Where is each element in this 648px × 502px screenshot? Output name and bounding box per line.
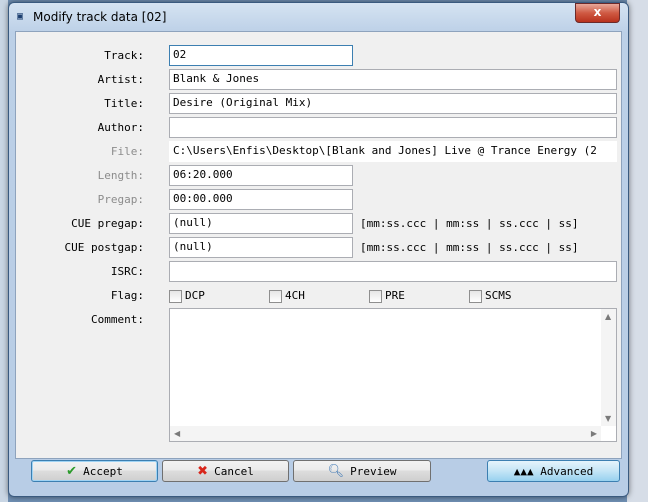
flag-label: Flag: [110,289,144,302]
pre-checkbox[interactable] [369,290,382,303]
app-icon: ▣ [17,11,24,22]
author-label: Author: [97,121,144,134]
accept-button[interactable]: ✔ Accept [31,460,158,482]
4ch-checkbox-label: 4CH [285,289,305,302]
pre-checkbox-label: PRE [385,289,405,302]
comment-horizontal-scrollbar[interactable]: ◀ ▶ [170,426,601,441]
length-label: Length: [97,169,144,182]
advanced-button[interactable]: ▲▲▲ Advanced [487,460,620,482]
cue-postgap-label: CUE postgap: [64,241,144,254]
file-label: File: [110,145,144,158]
accept-button-label: Accept [83,464,123,478]
window-title: Modify track data [02] [33,10,167,24]
artist-label: Artist: [97,73,144,86]
cancel-button[interactable]: ✖ Cancel [162,460,289,482]
pregap-label: Pregap: [97,193,144,206]
scms-checkbox[interactable] [469,290,482,303]
cue-postgap-input[interactable]: (null) [169,237,353,258]
4ch-checkbox[interactable] [269,290,282,303]
background-app-right [627,0,648,502]
cue-pregap-input[interactable]: (null) [169,213,353,234]
scroll-right-icon[interactable]: ▶ [591,429,597,438]
scroll-up-icon[interactable]: ▲ [605,312,611,321]
cue-pregap-format-hint: [mm:ss.ccc | mm:ss | ss.ccc | ss] [360,217,579,230]
form-panel: Track: 02 Artist: Blank & Jones Title: D… [15,31,622,459]
artist-input[interactable]: Blank & Jones [169,69,617,90]
scroll-left-icon[interactable]: ◀ [174,429,180,438]
pregap-field: 00:00.000 [169,189,353,210]
preview-button[interactable]: 🔍︎ Preview [293,460,431,482]
cancel-button-label: Cancel [214,464,254,478]
file-path-field: C:\Users\Enfis\Desktop\[Blank and Jones]… [169,141,617,162]
dcp-checkbox[interactable] [169,290,182,303]
comment-vertical-scrollbar[interactable]: ▲ ▼ [601,309,616,426]
cue-postgap-format-hint: [mm:ss.ccc | mm:ss | ss.ccc | ss] [360,241,579,254]
scms-checkbox-label: SCMS [485,289,512,302]
advanced-button-label: ▲▲▲ Advanced [513,464,594,478]
close-button[interactable]: x [575,3,620,23]
scroll-down-icon[interactable]: ▼ [605,414,611,423]
dcp-checkbox-label: DCP [185,289,205,302]
preview-magnifier-icon: 🔍︎ [327,463,345,479]
checkmark-icon: ✔ [66,463,78,479]
preview-button-label: Preview [350,464,397,478]
title-bar[interactable]: ▣ Modify track data [02] [17,9,588,29]
author-input[interactable] [169,117,617,138]
track-label: Track: [104,49,144,62]
comment-textarea[interactable]: ▲ ▼ ◀ ▶ [169,308,617,442]
length-field: 06:20.000 [169,165,353,186]
track-input[interactable]: 02 [169,45,353,66]
comment-label: Comment: [91,313,144,326]
isrc-label: ISRC: [110,265,144,278]
title-label: Title: [104,97,144,110]
cancel-x-icon: ✖ [197,463,209,479]
cue-pregap-label: CUE pregap: [71,217,144,230]
title-input[interactable]: Desire (Original Mix) [169,93,617,114]
modify-track-dialog: ▣ Modify track data [02] x Track: 02 Art… [8,2,629,497]
background-app-left [0,0,8,502]
isrc-input[interactable] [169,261,617,282]
